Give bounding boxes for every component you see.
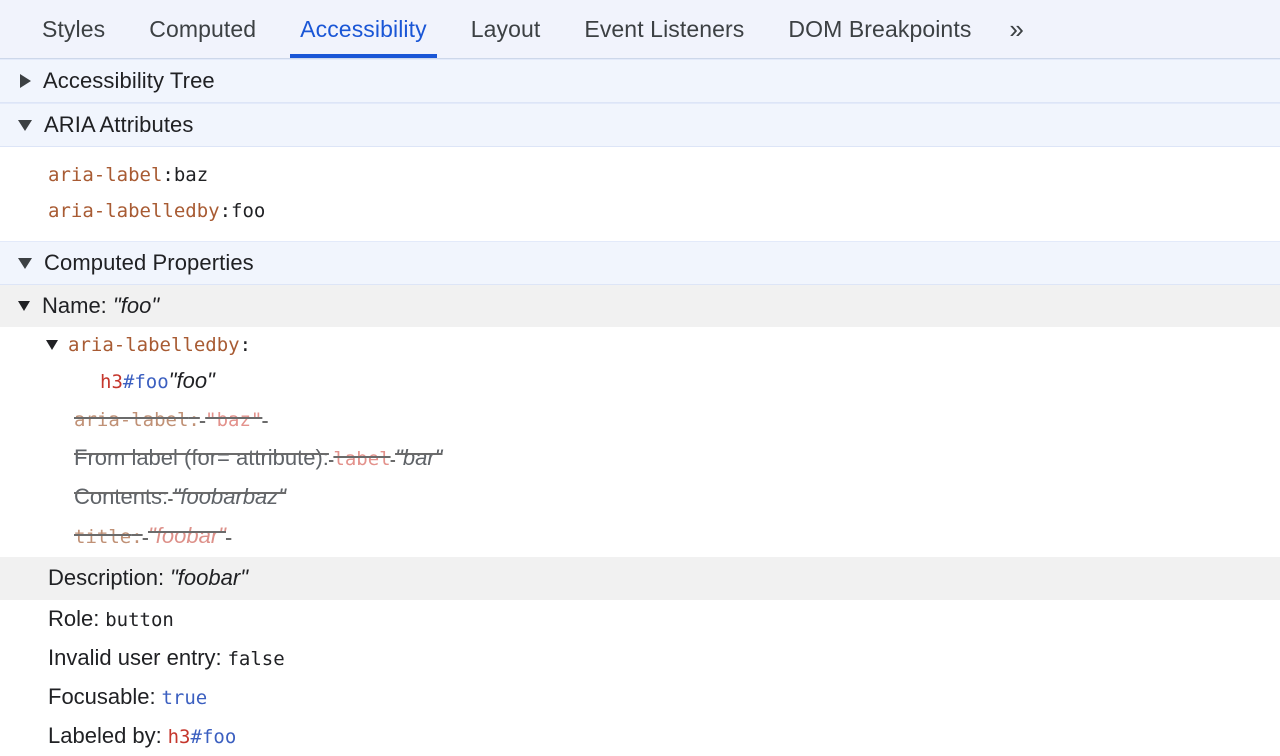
section-title: Accessibility Tree <box>43 68 215 94</box>
node-computed-text: "foo" <box>169 368 215 393</box>
computed-property-focusable[interactable]: Focusable: true <box>0 678 1280 717</box>
tab-label: DOM Breakpoints <box>788 16 971 43</box>
aria-attribute-separator: : <box>220 193 231 229</box>
tab-layout[interactable]: Layout <box>449 0 563 58</box>
source-value: "foobarbaz" <box>173 484 286 509</box>
property-label: Name: <box>42 293 107 318</box>
source-value: "foobar" <box>148 523 226 548</box>
more-tabs-icon[interactable]: » <box>993 0 1039 58</box>
source-name: title <box>74 526 131 548</box>
tab-label: Event Listeners <box>584 16 744 43</box>
source-dash: - <box>262 413 267 430</box>
computed-property-role[interactable]: Role: button <box>0 600 1280 639</box>
source-separator: : <box>188 409 199 431</box>
property-label: Focusable: <box>48 678 156 716</box>
tab-computed[interactable]: Computed <box>127 0 278 58</box>
section-header-computed-properties[interactable]: Computed Properties <box>0 241 1280 285</box>
tab-label: Accessibility <box>300 16 427 43</box>
aria-attributes-list: aria-label: baz aria-labelledby: foo <box>0 147 1280 241</box>
section-title: ARIA Attributes <box>44 112 193 138</box>
aria-attribute-separator: : <box>162 157 173 193</box>
source-name: aria-labelledby <box>68 334 240 356</box>
chevron-double-right-icon: » <box>1009 16 1023 42</box>
source-value: "baz" <box>205 409 262 431</box>
aria-attribute-name: aria-label <box>48 157 162 193</box>
property-label: Description: <box>48 557 164 599</box>
section-header-aria-attributes[interactable]: ARIA Attributes <box>0 103 1280 147</box>
property-label: Labeled by: <box>48 717 162 755</box>
node-tag-name: h3 <box>168 718 191 756</box>
section-header-accessibility-tree[interactable]: Accessibility Tree <box>0 59 1280 103</box>
property-value: button <box>105 601 174 639</box>
property-value: true <box>161 679 207 717</box>
computed-property-name-row[interactable]: Name: "foo" <box>0 285 1280 327</box>
chevron-right-icon <box>20 74 31 88</box>
name-source-from-label-unused[interactable]: From label (for= attribute): label "bar" <box>0 440 1280 479</box>
source-dash: - <box>226 530 231 547</box>
node-id: #foo <box>191 718 237 756</box>
property-label: Invalid user entry: <box>48 639 222 677</box>
source-value: "bar" <box>395 445 442 470</box>
aria-attribute-row[interactable]: aria-labelledby: foo <box>0 193 1280 229</box>
property-label: Role: <box>48 600 99 638</box>
source-separator: : <box>131 526 142 548</box>
source-separator: : <box>240 334 251 356</box>
name-source-aria-label-unused[interactable]: aria-label:-"baz"- <box>0 402 1280 440</box>
name-source-title-unused[interactable]: title:-"foobar"- <box>0 518 1280 557</box>
source-name: aria-label <box>74 409 188 431</box>
devtools-tab-bar: Styles Computed Accessibility Layout Eve… <box>0 0 1280 59</box>
tab-styles[interactable]: Styles <box>20 0 127 58</box>
source-label: From label (for= attribute): <box>74 445 329 470</box>
aria-attribute-row[interactable]: aria-label: baz <box>0 157 1280 193</box>
chevron-down-icon <box>18 258 32 269</box>
tab-event-listeners[interactable]: Event Listeners <box>562 0 766 58</box>
source-attr: label <box>333 448 390 470</box>
chevron-down-icon <box>18 120 32 131</box>
source-label: Contents: <box>74 484 168 509</box>
property-value: false <box>227 640 284 678</box>
aria-attribute-name: aria-labelledby <box>48 193 220 229</box>
chevron-down-icon <box>46 340 58 350</box>
tab-accessibility[interactable]: Accessibility <box>278 0 449 58</box>
property-value: "foo" <box>113 293 159 318</box>
computed-property-description[interactable]: Description: "foobar" <box>0 557 1280 600</box>
node-id: #foo <box>123 371 169 393</box>
tab-label: Styles <box>42 16 105 43</box>
tab-dom-breakpoints[interactable]: DOM Breakpoints <box>766 0 993 58</box>
computed-property-labeled-by[interactable]: Labeled by: h3#foo <box>0 717 1280 756</box>
tab-label: Layout <box>471 16 541 43</box>
name-source-contents-unused[interactable]: Contents: "foobarbaz" <box>0 479 1280 518</box>
node-tag-name: h3 <box>100 371 123 393</box>
section-title: Computed Properties <box>44 250 254 276</box>
aria-attribute-value: baz <box>174 157 208 193</box>
chevron-down-icon <box>18 301 30 311</box>
name-source-aria-labelledby[interactable]: aria-labelledby: <box>0 327 1280 363</box>
name-source-node[interactable]: h3#foo"foo" <box>0 363 1280 402</box>
tab-label: Computed <box>149 16 256 43</box>
aria-attribute-value: foo <box>231 193 265 229</box>
property-value: "foobar" <box>170 557 248 599</box>
computed-property-invalid-user-entry[interactable]: Invalid user entry: false <box>0 639 1280 678</box>
